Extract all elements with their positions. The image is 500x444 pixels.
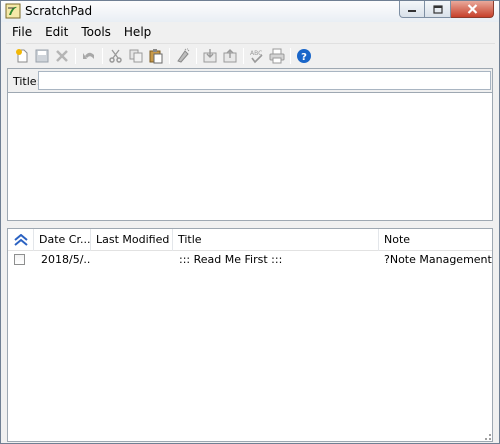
app-icon [5,3,21,19]
notes-list: Date Cr... Last Modified Title Note 2018… [7,228,493,442]
cut-button[interactable] [106,46,126,66]
new-note-icon [16,48,28,62]
save-button[interactable] [32,46,52,66]
resize-grip-icon[interactable] [480,429,492,441]
maximize-button[interactable] [425,1,451,18]
import-icon [203,48,217,62]
title-bar[interactable]: ScratchPad [1,1,499,22]
app-window: ScratchPad File Edit Tools Help ABC ? Ti… [0,0,500,444]
cut-icon [109,49,122,63]
window-title: ScratchPad [25,4,93,18]
column-header-title[interactable]: Title [173,229,379,251]
copy-button[interactable] [126,46,146,66]
title-input[interactable] [38,71,491,90]
paste-icon [149,48,163,63]
export-button[interactable] [220,46,240,66]
minimize-icon [408,10,416,12]
title-label: Title: [13,75,41,88]
column-header-note[interactable]: Note [379,229,492,251]
menu-help[interactable]: Help [118,25,158,39]
help-button[interactable]: ? [294,46,314,66]
maximize-icon [432,4,443,14]
help-icon: ? [297,48,311,63]
spellcheck-button[interactable]: ABC [247,46,267,66]
toolbar-separator [102,47,103,64]
copy-icon [129,49,143,62]
svg-text:?: ? [301,52,307,63]
cell-last-modified [96,251,172,268]
toolbar-separator [169,47,170,64]
list-header: Date Cr... Last Modified Title Note [8,229,492,251]
cell-note: ?Note Management.?R [384,253,492,266]
undo-icon [83,52,94,59]
close-icon [467,4,477,14]
collapse-up-icon [14,234,28,246]
import-button[interactable] [200,46,220,66]
undo-button[interactable] [79,46,99,66]
export-icon [223,48,237,62]
clear-format-button[interactable] [173,46,193,66]
menu-bar: File Edit Tools Help [1,22,499,42]
new-note-button[interactable] [12,46,32,66]
print-icon [269,48,285,63]
toolbar: ABC ? [6,43,495,67]
toolbar-separator [75,47,76,64]
minimize-button[interactable] [399,1,425,18]
toolbar-separator [196,47,197,64]
delete-icon [56,49,68,62]
column-header-date-created[interactable]: Date Cr... [34,229,91,251]
delete-button[interactable] [52,46,72,66]
column-header-last-modified[interactable]: Last Modified [91,229,173,251]
spellcheck-icon: ABC [250,50,263,63]
menu-edit[interactable]: Edit [39,25,75,39]
paste-button[interactable] [146,46,166,66]
table-row[interactable]: 2018/5/... ::: Read Me First ::: ?Note M… [8,251,492,268]
cell-title: ::: Read Me First ::: [179,253,283,266]
note-editor[interactable] [7,93,493,221]
clear-format-icon [177,48,190,63]
title-row: Title: [7,68,493,93]
toolbar-separator [290,47,291,64]
toolbar-separator [243,47,244,64]
sort-column-header[interactable] [8,229,34,251]
menu-file[interactable]: File [6,25,39,39]
menu-tools[interactable]: Tools [75,25,118,39]
print-button[interactable] [267,46,287,66]
cell-date-created: 2018/5/... [41,253,91,266]
close-button[interactable] [451,1,494,18]
save-icon [35,49,49,62]
row-checkbox[interactable] [14,254,25,265]
